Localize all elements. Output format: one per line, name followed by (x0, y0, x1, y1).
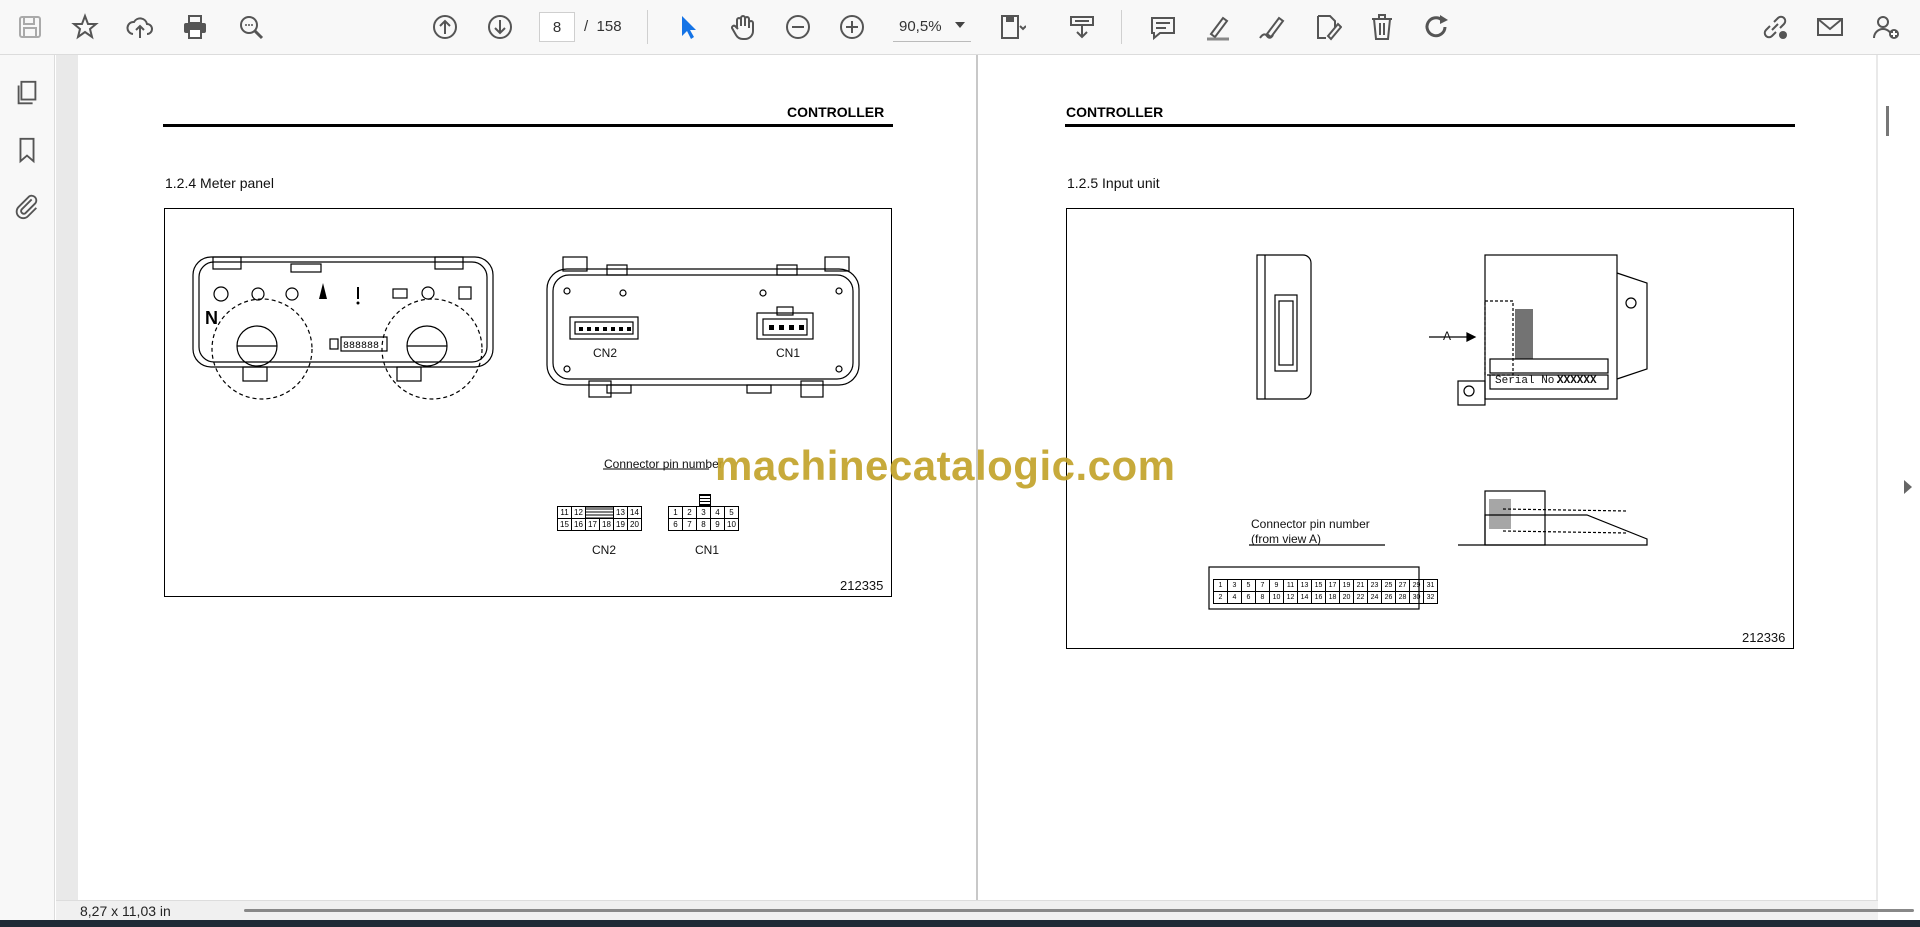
share-link-icon[interactable] (1757, 9, 1793, 45)
section-title: 1.2.5 Input unit (1067, 175, 1160, 191)
cn1-table-label: CN1 (695, 543, 720, 557)
cn1-key-mark (699, 494, 711, 506)
print-icon[interactable] (177, 9, 213, 45)
connector-subtitle: (from view A) (1251, 532, 1322, 546)
section-title: 1.2.4 Meter panel (165, 175, 274, 191)
bookmark-icon[interactable] (11, 134, 43, 166)
delete-icon[interactable] (1364, 9, 1400, 45)
draw-icon[interactable] (1254, 9, 1290, 45)
view-label: A (1443, 329, 1452, 343)
top-toolbar: 8 / 158 90,5% (0, 0, 1920, 55)
cn1-label: CN1 (776, 346, 801, 360)
zoom-out-search-icon[interactable] (233, 9, 269, 45)
status-bar: 8,27 x 11,03 in (56, 900, 1914, 920)
select-cursor-icon[interactable] (670, 9, 706, 45)
save-icon[interactable] (12, 9, 48, 45)
connector-title: Connector pin number (604, 457, 723, 471)
pages-icon[interactable] (11, 77, 43, 109)
zoom-plus-icon[interactable] (834, 9, 870, 45)
odometer-display: 888888 (343, 341, 379, 352)
header-rule (163, 124, 893, 127)
page-header: CONTROLLER (787, 104, 885, 120)
page-fit-icon[interactable] (993, 9, 1029, 45)
page-header: CONTROLLER (1066, 104, 1164, 120)
os-taskbar (0, 920, 1920, 927)
connector-title: Connector pin number (1251, 517, 1370, 531)
page-total: / 158 (584, 18, 622, 35)
zoom-minus-icon[interactable] (780, 9, 816, 45)
redo-icon[interactable] (1419, 9, 1455, 45)
add-user-icon[interactable] (1868, 9, 1904, 45)
bookmark-star-icon[interactable] (67, 9, 103, 45)
hand-icon[interactable] (725, 9, 761, 45)
figure-meter-panel: N 888888 CN2 CN1 Connector pin number 11… (164, 208, 892, 597)
meter-panel-drawing: N 888888 (192, 256, 860, 470)
page-down-icon[interactable] (482, 9, 518, 45)
chevron-down-icon (955, 22, 965, 28)
watermark: machinecatalogic.com (715, 442, 1176, 489)
header-rule (1065, 124, 1795, 127)
highlight-pen-icon[interactable] (1200, 9, 1236, 45)
page-size: 8,27 x 11,03 in (80, 903, 171, 919)
page-number-input[interactable]: 8 (539, 12, 575, 42)
horizontal-scrollbar[interactable] (244, 909, 1914, 912)
upload-cloud-icon[interactable] (122, 9, 158, 45)
vertical-scrollbar[interactable] (1886, 106, 1889, 136)
cn1-pin-table: 12345 6 7 8 9 10 (668, 506, 739, 531)
figure-number: 212336 (1742, 630, 1786, 645)
comment-icon[interactable] (1145, 9, 1181, 45)
figure-input-unit: A Serial No. XXXXXX Connector pin number… (1066, 208, 1794, 649)
serial-value: XXXXXX (1557, 375, 1597, 387)
page-up-icon[interactable] (427, 9, 463, 45)
input-unit-pin-table: 1 3 5 7 9 11 13 15 17 19 21 23 25 27 29 31 2 4 6 8 10 12 14 16… (1213, 579, 1438, 604)
serial-label: Serial No. (1495, 375, 1562, 387)
mail-icon[interactable] (1812, 9, 1848, 45)
neutral-indicator: N (205, 308, 218, 328)
left-panel (0, 55, 55, 920)
cn2-pin-table: 11 12 13 14 15 16 17 18 19 20 (557, 506, 642, 531)
scroll-mode-icon[interactable] (1064, 9, 1100, 45)
zoom-select[interactable]: 90,5% (893, 12, 971, 42)
attachment-icon[interactable] (11, 190, 43, 222)
edit-sign-icon[interactable] (1309, 9, 1345, 45)
collapse-right-panel-icon[interactable] (1904, 480, 1912, 494)
figure-number: 212335 (840, 578, 884, 593)
cn2-label: CN2 (593, 346, 618, 360)
cn2-table-label: CN2 (592, 543, 617, 557)
